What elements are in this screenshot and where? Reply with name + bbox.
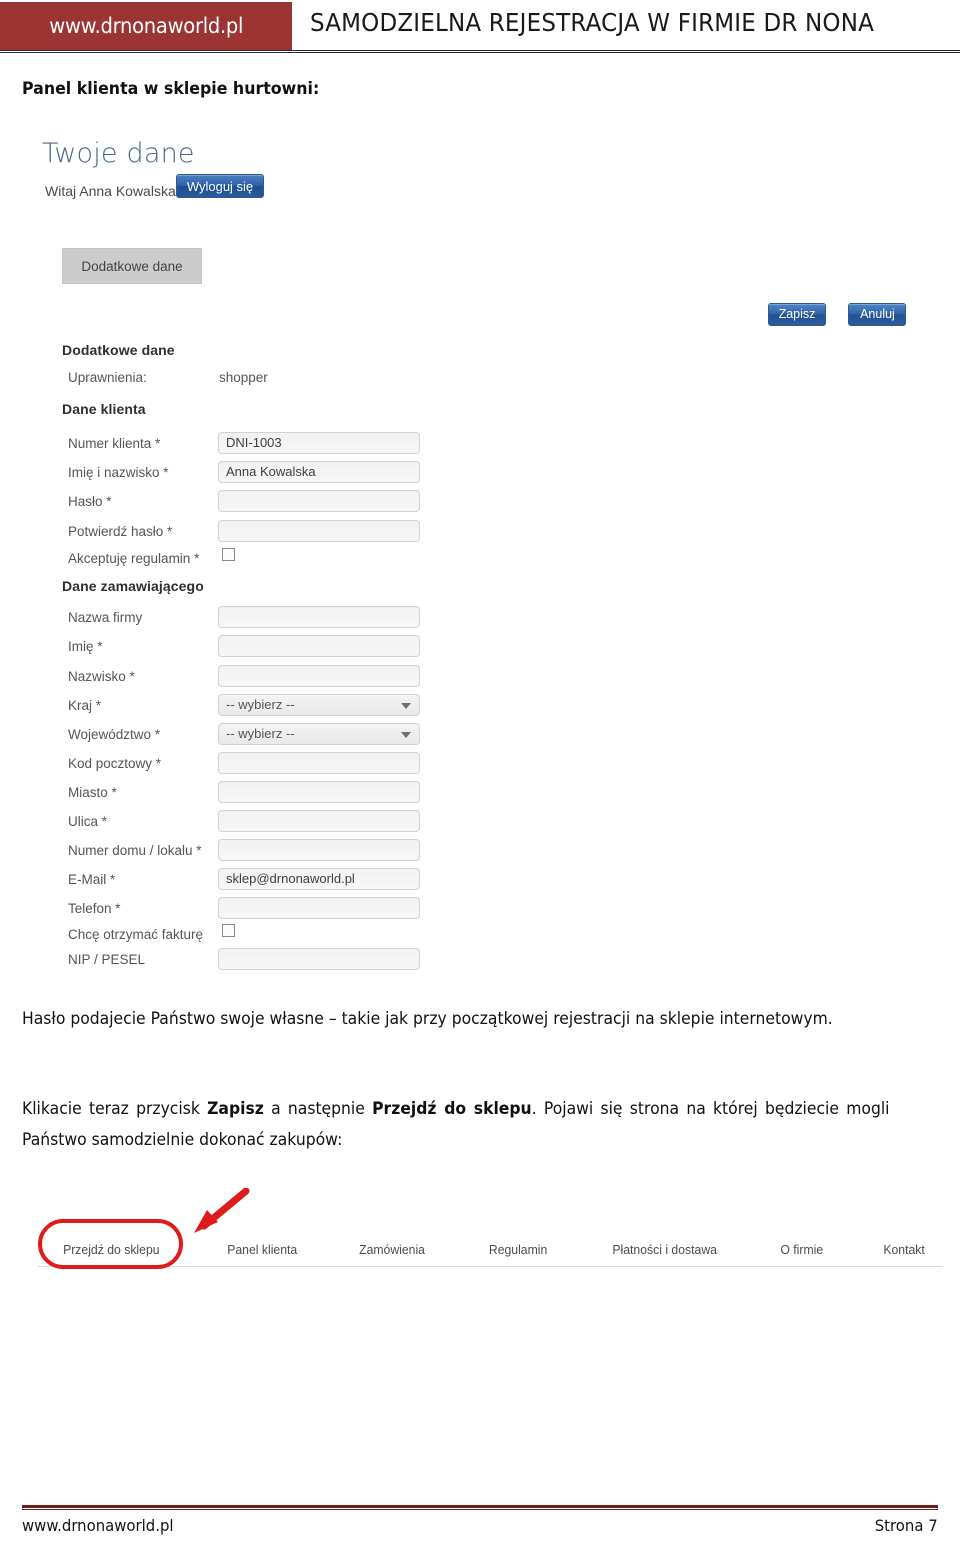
menu-item-kontakt[interactable]: Kontakt [883,1242,924,1257]
field-label: Chcę otrzymać fakturę [68,927,204,942]
wojewodztwo-select-value: -- wybierz -- [226,726,295,741]
section-title-order-data: Dane zamawiającego [62,578,204,594]
telefon-input[interactable] [218,897,420,919]
form-row: Nazwa firmy [0,606,960,635]
brand-logo: www.drnonaworld.pl [0,2,292,50]
form-row: Kraj * -- wybierz -- [0,694,960,723]
wojewodztwo-select[interactable]: -- wybierz -- [218,723,420,745]
paragraph-bold-zapisz: Zapisz [207,1099,264,1118]
client-panel-screenshot: Twoje dane Witaj Anna Kowalska Wyloguj s… [0,120,960,980]
form-row: Imię i nazwisko * Anna Kowalska [0,461,960,490]
menu-item-platnosci-i-dostawa[interactable]: Płatności i dostawa [613,1242,718,1257]
field-label: Telefon * [68,901,121,916]
kraj-select-value: -- wybierz -- [226,697,295,712]
form-row: Hasło * [0,490,960,519]
form-row: Ulica * [0,810,960,839]
field-label: Nazwa firmy [68,610,143,625]
footer-divider [22,1505,938,1510]
document-header: www.drnonaworld.pl SAMODZIELNA REJESTRAC… [0,0,960,57]
paragraph-bold-przejdz: Przejdź do sklepu [372,1099,532,1118]
nazwisko-input[interactable] [218,665,420,687]
field-label: Akceptuję regulamin * [68,551,200,566]
brand-logo-text: www.drnonaworld.pl [49,14,243,38]
imie-nazwisko-input[interactable]: Anna Kowalska [218,461,420,483]
chce-fakture-checkbox[interactable] [222,924,235,937]
nip-pesel-input[interactable] [218,948,420,970]
email-input[interactable]: sklep@drnonaworld.pl [218,868,420,890]
field-label: Imię i nazwisko * [68,465,169,480]
form-row: Potwierdź hasło * [0,520,960,549]
field-label: Numer klienta * [68,436,161,451]
section-title-extra-data: Dodatkowe dane [62,342,175,358]
paragraph-text-mid: a następnie [263,1099,373,1118]
form-row: Nazwisko * [0,665,960,694]
form-row: NIP / PESEL [0,948,960,977]
field-label: Kod pocztowy * [68,756,162,771]
form-row: Numer domu / lokalu * [0,839,960,868]
field-label: Numer domu / lokalu * [68,843,202,858]
annotation-circle-highlight [38,1219,183,1269]
paragraph-password-info: Hasło podajecie Państwo swoje własne – t… [22,1009,833,1028]
akceptuje-regulamin-checkbox[interactable] [222,548,235,561]
form-row: E-Mail * sklep@drnonaworld.pl [0,868,960,897]
ulica-input[interactable] [218,810,420,832]
chevron-down-icon [401,732,411,738]
save-button[interactable]: Zapisz [768,303,826,326]
kraj-select[interactable]: -- wybierz -- [218,694,420,716]
field-label: Miasto * [68,785,117,800]
field-label: Kraj * [68,698,102,713]
field-label: Imię * [68,639,103,654]
form-row: Telefon * [0,897,960,926]
form-row: Imię * [0,635,960,664]
footer-page-number: Strona 7 [875,1516,938,1535]
form-row: Województwo * -- wybierz -- [0,723,960,752]
menu-item-panel-klienta[interactable]: Panel klienta [227,1242,297,1257]
menu-item-zamowienia[interactable]: Zamówienia [359,1242,425,1257]
kod-pocztowy-input[interactable] [218,752,420,774]
document-header-title: SAMODZIELNA REJESTRACJA W FIRMIE DR NONA [310,8,875,37]
field-label: Potwierdź hasło * [68,524,173,539]
potwierdz-haslo-input[interactable] [218,520,420,542]
field-label: Ulica * [68,814,108,829]
numer-domu-input[interactable] [218,839,420,861]
chevron-down-icon [401,703,411,709]
form-row: Miasto * [0,781,960,810]
footer-website: www.drnonaworld.pl [22,1516,174,1535]
field-label: E-Mail * [68,872,116,887]
menu-item-regulamin[interactable]: Regulamin [489,1242,547,1257]
cancel-button[interactable]: Anuluj [848,303,907,326]
tab-dodatkowe-dane[interactable]: Dodatkowe dane [62,248,202,284]
haslo-input[interactable] [218,490,420,512]
field-label: Hasło * [68,494,112,509]
field-label: NIP / PESEL [68,952,146,967]
nazwa-firmy-input[interactable] [218,606,420,628]
greeting-text: Witaj Anna Kowalska [45,183,176,199]
form-action-buttons: Zapisz Anuluj [768,303,907,326]
permissions-value: shopper [219,370,268,385]
section-title-client-data: Dane klienta [62,401,146,417]
field-label: Nazwisko * [68,669,135,684]
paragraph-next-steps: Klikacie teraz przycisk Zapisz a następn… [22,1093,890,1155]
form-row: Akceptuję regulamin * [0,547,960,576]
form-row: Numer klienta * DNI-1003 [0,432,960,461]
miasto-input[interactable] [218,781,420,803]
field-label: Województwo * [68,727,161,742]
numer-klienta-input[interactable]: DNI-1003 [218,432,420,454]
page-title: Panel klienta w sklepie hurtowni: [22,79,320,99]
paragraph-text-pre: Klikacie teraz przycisk [22,1099,208,1118]
imie-input[interactable] [218,635,420,657]
menu-item-o-firmie[interactable]: O firmie [780,1242,823,1257]
panel-heading: Twoje dane [42,138,195,169]
form-row: Kod pocztowy * [0,752,960,781]
logout-button[interactable]: Wyloguj się [176,174,264,198]
permissions-label: Uprawnienia: [68,370,147,385]
header-divider [0,50,960,53]
annotation-arrow-icon [194,1188,250,1233]
